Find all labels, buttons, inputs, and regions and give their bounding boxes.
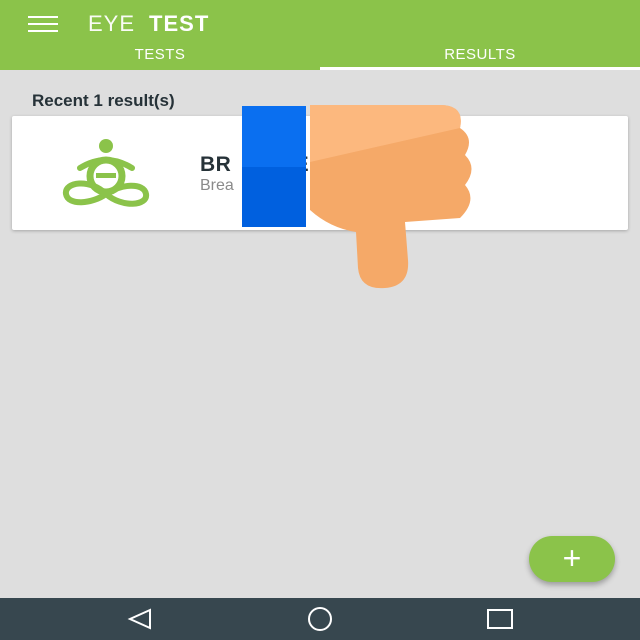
app-bar: EYE TEST TESTS RESULTS	[0, 0, 640, 70]
recents-square-icon[interactable]	[480, 606, 520, 632]
blue-overlay-bar	[242, 106, 306, 227]
app-title-bold: TEST	[149, 11, 210, 36]
add-result-button[interactable]: +	[529, 536, 615, 582]
thumbs-down-icon	[310, 105, 472, 289]
app-title: EYE TEST	[88, 11, 209, 37]
app-title-light: EYE	[88, 11, 136, 36]
tab-tests[interactable]: TESTS	[0, 46, 320, 70]
hamburger-menu-icon[interactable]	[28, 14, 58, 34]
results-heading: Recent 1 result(s)	[32, 91, 175, 110]
back-triangle-icon[interactable]	[120, 606, 160, 632]
home-circle-icon[interactable]	[300, 606, 340, 632]
meditation-logo-icon	[63, 139, 149, 207]
system-nav-bar	[0, 598, 640, 640]
selected-tab-indicator	[320, 67, 640, 70]
